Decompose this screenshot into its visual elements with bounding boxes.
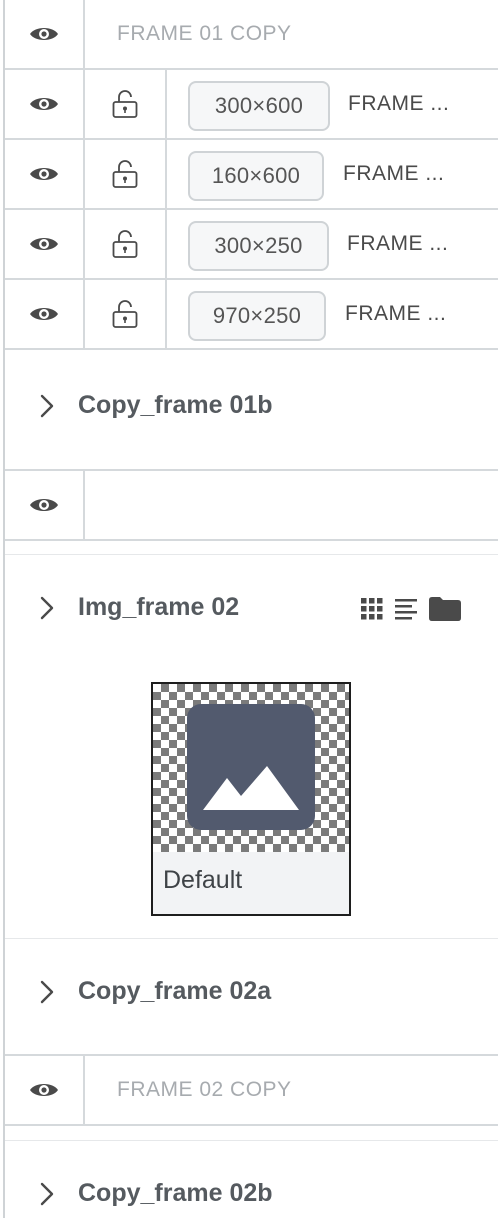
divider [5, 938, 498, 939]
view-toolbar [360, 596, 462, 622]
layer-row-size[interactable]: 970×250 FRAME ... [5, 280, 498, 350]
size-badge[interactable]: 160×600 [188, 151, 324, 201]
image-icon [187, 704, 315, 830]
layer-row-empty[interactable] [5, 471, 498, 539]
lock-toggle[interactable] [85, 140, 167, 208]
size-badge[interactable]: 300×250 [188, 221, 329, 271]
size-badge[interactable]: 300×600 [188, 81, 330, 131]
size-badge[interactable]: 970×250 [188, 291, 326, 341]
layer-name-placeholder[interactable]: FRAME 02 COPY [117, 1056, 292, 1124]
eye-icon[interactable] [29, 1080, 59, 1100]
visibility-toggle[interactable] [5, 0, 85, 68]
divider [5, 1140, 498, 1141]
visibility-toggle[interactable] [5, 210, 85, 278]
chevron-right-icon[interactable] [37, 596, 57, 620]
layer-group-copy-frame-02a[interactable]: Copy_frame 02a [5, 940, 498, 1054]
visibility-toggle[interactable] [5, 471, 85, 539]
eye-icon[interactable] [29, 304, 59, 324]
eye-icon[interactable] [29, 24, 59, 44]
group-title: Copy_frame 02b [78, 1179, 273, 1207]
layer-row-frame02-copy[interactable]: FRAME 02 COPY [5, 1056, 498, 1124]
visibility-toggle[interactable] [5, 70, 85, 138]
eye-icon[interactable] [29, 164, 59, 184]
eye-icon[interactable] [29, 234, 59, 254]
lock-toggle[interactable] [85, 210, 167, 278]
frame-label[interactable]: FRAME ... [343, 140, 444, 208]
divider [5, 554, 498, 555]
visibility-toggle[interactable] [5, 1056, 85, 1124]
group-title: Copy_frame 02a [78, 977, 272, 1005]
group-title: Img_frame 02 [78, 593, 240, 621]
lock-toggle[interactable] [85, 70, 167, 138]
image-thumbnail-card[interactable]: Default [151, 682, 351, 916]
folder-icon[interactable] [428, 596, 462, 622]
thumbnail-caption: Default [163, 866, 243, 894]
layer-row-size[interactable]: 300×600 FRAME ... [5, 70, 498, 140]
frame-label[interactable]: FRAME ... [348, 70, 449, 138]
layer-row-size[interactable]: 300×250 FRAME ... [5, 210, 498, 280]
divider [5, 1124, 498, 1126]
layers-panel: FRAME 01 COPY 300×600 FRAME ... 160×600 … [0, 0, 498, 1218]
divider [5, 539, 498, 541]
layer-name-placeholder[interactable]: FRAME 01 COPY [117, 0, 292, 68]
frame-label[interactable]: FRAME ... [345, 280, 446, 348]
visibility-toggle[interactable] [5, 280, 85, 348]
eye-icon[interactable] [29, 94, 59, 114]
lock-toggle[interactable] [85, 280, 167, 348]
unlock-icon[interactable] [111, 159, 139, 189]
grid-icon[interactable] [360, 597, 384, 621]
layer-group-copy-frame-02b[interactable]: Copy_frame 02b [5, 1142, 498, 1218]
eye-icon[interactable] [29, 495, 59, 515]
layer-group-img-frame-02[interactable]: Img_frame 02 [5, 556, 498, 660]
chevron-right-icon[interactable] [37, 980, 57, 1004]
visibility-toggle[interactable] [5, 140, 85, 208]
layer-row-frame01-copy[interactable]: FRAME 01 COPY [5, 0, 498, 70]
chevron-right-icon[interactable] [37, 1182, 57, 1206]
chevron-right-icon[interactable] [37, 394, 57, 418]
group-title: Copy_frame 01b [78, 391, 273, 419]
frame-label[interactable]: FRAME ... [347, 210, 448, 278]
unlock-icon[interactable] [111, 299, 139, 329]
list-icon[interactable] [394, 597, 418, 621]
unlock-icon[interactable] [111, 89, 139, 119]
layer-row-size[interactable]: 160×600 FRAME ... [5, 140, 498, 210]
unlock-icon[interactable] [111, 229, 139, 259]
layer-group-copy-frame-01b[interactable]: Copy_frame 01b [5, 352, 498, 470]
